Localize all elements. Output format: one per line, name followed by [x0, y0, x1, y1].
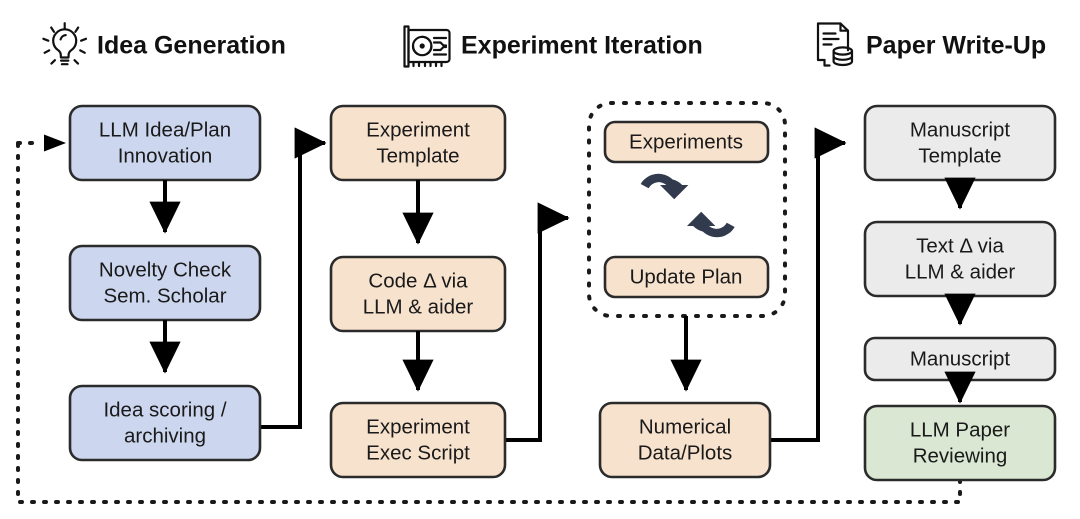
node-line-2: Innovation — [118, 144, 213, 167]
node-line-1: LLM Paper — [910, 418, 1010, 441]
node-line-1: Novelty Check — [99, 258, 232, 281]
node-line-1: Code Δ via — [368, 269, 468, 292]
node-experiment-exec-script[interactable]: Experiment Exec Script — [329, 401, 507, 479]
node-line-1: Experiments — [629, 130, 743, 153]
node-line-2: Sem. Scholar — [103, 284, 226, 307]
flow-diagram-root: Idea Generation Experiment Iteration Pap… — [0, 0, 1080, 519]
document-database-icon — [816, 22, 854, 67]
node-line-2: Exec Script — [366, 441, 470, 464]
header-label-experiment-iteration: Experiment Iteration — [461, 32, 703, 60]
pipeline-diagram: Idea Generation Experiment Iteration Pap… — [16, 22, 1057, 504]
node-line-2: Reviewing — [913, 444, 1008, 467]
node-manuscript-template[interactable]: Manuscript Template — [863, 104, 1057, 182]
lightbulb-icon — [42, 22, 88, 66]
node-line-1: Manuscript — [910, 118, 1011, 141]
node-experiment-template[interactable]: Experiment Template — [329, 104, 507, 182]
node-llm-idea-plan-innovation[interactable]: LLM Idea/Plan Innovation — [68, 104, 262, 182]
header-experiment-iteration: Experiment Iteration — [403, 25, 703, 68]
node-line-1: Numerical — [639, 415, 731, 438]
node-update-plan[interactable]: Update Plan — [603, 255, 770, 299]
node-line-2: Template — [376, 144, 459, 167]
header-paper-write-up: Paper Write-Up — [816, 22, 1046, 67]
node-numerical-data-plots[interactable]: Numerical Data/Plots — [598, 401, 772, 479]
header-idea-generation: Idea Generation — [42, 22, 286, 66]
node-llm-paper-reviewing[interactable]: LLM Paper Reviewing — [863, 404, 1057, 482]
node-line-1: Experiment — [366, 118, 470, 141]
node-line-2: Template — [918, 144, 1001, 167]
refresh-cycle-icon — [640, 173, 735, 238]
node-line-1: Manuscript — [910, 347, 1011, 370]
node-line-2: LLM & aider — [905, 260, 1016, 283]
node-line-2: LLM & aider — [363, 295, 474, 318]
node-line-1: Update Plan — [630, 265, 743, 288]
feedback-arrowhead — [44, 134, 66, 152]
header-label-idea-generation: Idea Generation — [97, 32, 286, 60]
gpu-card-icon — [403, 25, 451, 68]
node-line-1: LLM Idea/Plan — [99, 118, 231, 141]
node-line-1: Experiment — [366, 415, 470, 438]
node-line-2: archiving — [124, 424, 206, 447]
header-label-paper-write-up: Paper Write-Up — [866, 32, 1046, 60]
node-idea-scoring-archiving[interactable]: Idea scoring / archiving — [68, 384, 262, 462]
connector-idea-to-experiment — [260, 127, 327, 429]
node-line-1: Idea scoring / — [103, 398, 226, 421]
connector-data-to-manuscript — [770, 127, 847, 442]
node-novelty-check-sem-scholar[interactable]: Novelty Check Sem. Scholar — [68, 244, 262, 322]
node-text-delta-via-llm-aider[interactable]: Text Δ via LLM & aider — [863, 220, 1057, 298]
connector-experiment-to-loop — [505, 202, 570, 442]
node-line-2: Data/Plots — [638, 441, 733, 464]
node-experiments[interactable]: Experiments — [603, 120, 770, 164]
node-code-delta-via-llm-aider[interactable]: Code Δ via LLM & aider — [329, 255, 507, 333]
node-manuscript[interactable]: Manuscript — [863, 336, 1057, 382]
node-line-1: Text Δ via — [916, 234, 1004, 257]
